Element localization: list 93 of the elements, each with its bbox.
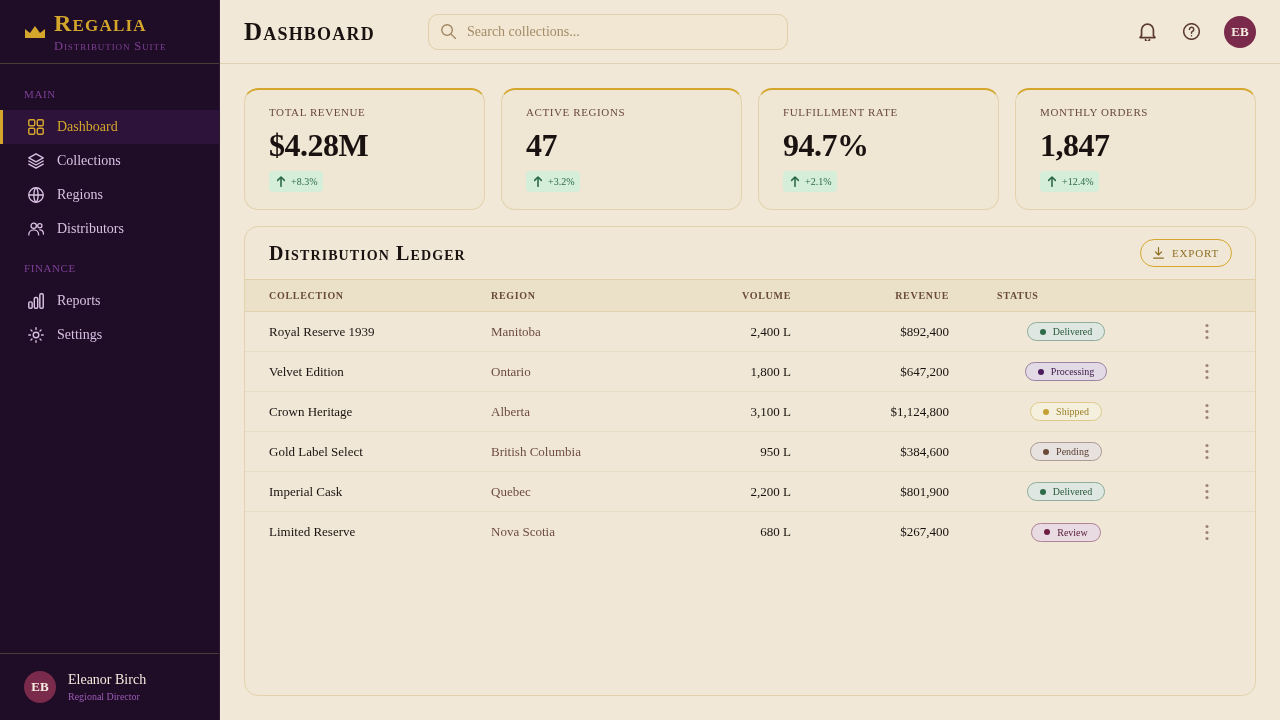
- globe-icon: [28, 187, 44, 203]
- brand-tagline: Distribution Suite: [54, 38, 167, 53]
- bar-chart-icon: [28, 293, 44, 309]
- user-name: Eleanor Birch: [68, 671, 147, 689]
- table-cell: Manitoba: [491, 323, 541, 340]
- column-header: REVENUE: [895, 290, 949, 301]
- table-cell: 2,400 L: [750, 323, 791, 340]
- nav-item[interactable]: Settings: [0, 318, 219, 352]
- grid-icon: [28, 119, 44, 135]
- stat-label: MONTHLY ORDERS: [1040, 105, 1149, 119]
- table-cell: 680 L: [760, 524, 791, 540]
- more-icon: [1205, 484, 1209, 499]
- bell-icon: [1139, 22, 1156, 41]
- page-title: Dashboard: [244, 16, 376, 47]
- user-role: Regional Director: [68, 690, 141, 703]
- notifications-button[interactable]: [1139, 22, 1156, 41]
- section-label: MAIN: [23, 87, 56, 101]
- table-cell: Quebec: [491, 483, 531, 500]
- table-cell: $892,400: [900, 323, 949, 340]
- change-text: +3.2%: [548, 176, 575, 187]
- row-menu-button[interactable]: [1205, 524, 1209, 540]
- users-icon: [28, 221, 44, 237]
- change-text: +8.3%: [291, 176, 318, 187]
- table-cell: Ontario: [491, 363, 531, 380]
- arrow-up-icon: [277, 176, 285, 187]
- column-header: VOLUME: [742, 290, 791, 301]
- change-text: +2.1%: [805, 176, 832, 187]
- column-header: REGION: [491, 290, 536, 301]
- column-header: STATUS: [997, 290, 1039, 301]
- status-text: Pending: [1056, 446, 1089, 457]
- section-label: FINANCE: [23, 261, 76, 275]
- status-text: Delivered: [1052, 326, 1093, 337]
- download-icon: [1153, 247, 1165, 259]
- table-cell: Royal Reserve 1939: [269, 323, 375, 340]
- arrow-up-icon: [791, 176, 799, 187]
- change-text: +12.4%: [1062, 176, 1094, 187]
- table-cell: British Columbia: [491, 443, 581, 460]
- status-text: Delivered: [1052, 486, 1093, 497]
- more-icon: [1205, 524, 1209, 540]
- more-icon: [1205, 324, 1209, 339]
- ledger-title: Distribution Ledger: [269, 241, 466, 265]
- table-cell: Imperial Cask: [269, 483, 343, 500]
- table-cell: $384,600: [900, 443, 949, 460]
- status-text: Shipped: [1056, 406, 1089, 417]
- table-cell: 2,200 L: [750, 483, 791, 500]
- table-cell: Nova Scotia: [491, 524, 555, 540]
- stat-value: $4.28M: [269, 127, 369, 163]
- more-icon: [1205, 444, 1209, 459]
- stat-label: TOTAL REVENUE: [269, 105, 366, 119]
- column-header: COLLECTION: [269, 290, 344, 301]
- search-field[interactable]: Search collections...: [428, 13, 788, 50]
- nav-item[interactable]: Dashboard: [0, 110, 219, 144]
- nav-item[interactable]: Reports: [0, 284, 219, 318]
- table-cell: 3,100 L: [750, 403, 791, 420]
- table-cell: Velvet Edition: [269, 363, 344, 380]
- table-cell: $267,400: [900, 524, 949, 540]
- arrow-up-icon: [1048, 176, 1056, 187]
- table-cell: $1,124,800: [890, 403, 949, 420]
- stat-value: 1,847: [1040, 127, 1110, 163]
- layers-icon: [28, 153, 44, 169]
- user-avatar: EB: [24, 671, 56, 703]
- table-cell: $801,900: [900, 483, 949, 500]
- brand-name: Regalia: [54, 10, 148, 35]
- nav-item[interactable]: Regions: [0, 178, 219, 212]
- row-menu-button[interactable]: [1205, 484, 1209, 499]
- row-menu-button[interactable]: [1205, 364, 1209, 379]
- settings-icon: [28, 327, 44, 343]
- stat-value: 94.7%: [783, 127, 869, 163]
- row-menu-button[interactable]: [1205, 444, 1209, 459]
- stat-label: ACTIVE REGIONS: [526, 105, 626, 119]
- table-cell: 950 L: [760, 443, 791, 460]
- stat-value: 47: [526, 127, 557, 163]
- nav-item[interactable]: Distributors: [0, 212, 219, 246]
- row-menu-button[interactable]: [1205, 324, 1209, 339]
- search-icon: [441, 24, 456, 39]
- table-cell: 1,800 L: [750, 363, 791, 380]
- more-icon: [1205, 404, 1209, 419]
- table-cell: Alberta: [491, 403, 530, 420]
- status-text: Review: [1057, 526, 1088, 538]
- help-icon: [1183, 23, 1200, 40]
- arrow-up-icon: [534, 176, 542, 187]
- help-button[interactable]: [1183, 23, 1200, 40]
- table-cell: $647,200: [900, 363, 949, 380]
- row-menu-button[interactable]: [1205, 404, 1209, 419]
- status-text: Processing: [1050, 366, 1095, 377]
- nav-item[interactable]: Collections: [0, 144, 219, 178]
- stat-label: FULFILLMENT RATE: [783, 105, 898, 119]
- avatar-button[interactable]: EB: [1224, 15, 1256, 48]
- table-cell: Crown Heritage: [269, 403, 353, 420]
- more-icon: [1205, 364, 1209, 379]
- table-cell: Limited Reserve: [269, 524, 356, 540]
- table-cell: Gold Label Select: [269, 443, 363, 460]
- crown-icon: [25, 25, 45, 38]
